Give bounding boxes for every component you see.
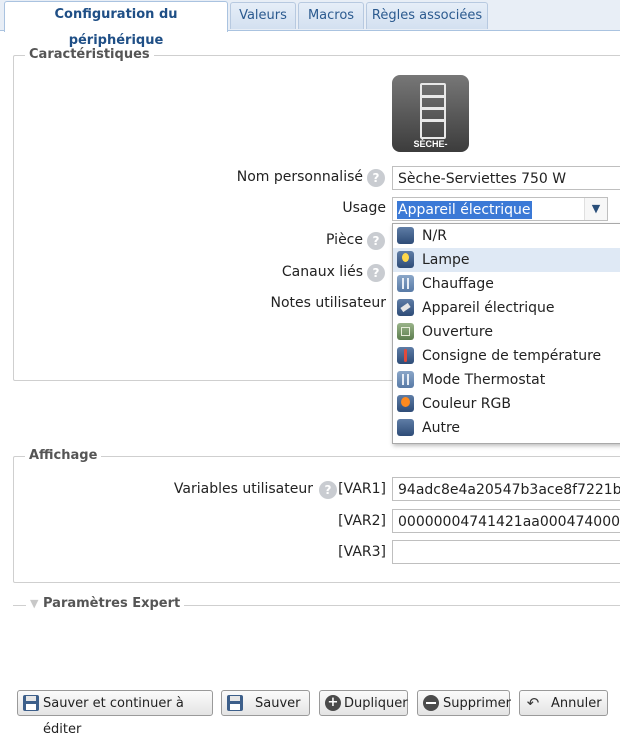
tab-macros[interactable]: Macros [298,2,364,29]
usage-option-appareil[interactable]: Appareil électrique [393,296,620,320]
nom-label: Nom personnalisé [236,169,363,185]
nom-input[interactable]: Sèche-Serviettes 750 W [392,166,620,190]
var2-label: [VAR2] [338,513,386,529]
usage-option-label: N/R [422,228,447,244]
usage-option-chauffage[interactable]: Chauffage [393,272,620,296]
heater-icon [397,275,414,292]
help-icon[interactable]: ? [367,264,385,282]
floppy-disk-icon [227,695,243,711]
usage-option-nr[interactable]: N/R [393,224,620,248]
help-icon[interactable]: ? [367,232,385,250]
variables-label: Variables utilisateur [173,481,313,497]
usage-selected-value: Appareil électrique [397,201,532,219]
opening-icon [397,323,414,340]
save-label: Sauver [255,696,301,711]
nr-icon [397,227,414,244]
usage-option-ouverture[interactable]: Ouverture [393,320,620,344]
device-image-caption: SÈCHE-SERVIETTE [413,139,448,149]
usage-option-label: Couleur RGB [422,396,511,412]
usage-option-label: Ouverture [422,324,493,340]
usage-option-label: Appareil électrique [422,300,555,316]
usage-option-thermostat[interactable]: Mode Thermostat [393,368,620,392]
delete-button[interactable]: Supprimer [417,690,511,716]
thermometer-icon [397,347,414,364]
rgb-bulb-icon [397,395,414,412]
tab-configuration[interactable]: Configuration du périphérique [4,1,228,48]
piece-label: Pièce [326,232,363,248]
other-icon [397,419,414,436]
usage-option-rgb[interactable]: Couleur RGB [393,392,620,416]
tab-valeurs[interactable]: Valeurs [230,2,296,29]
tab-bar: Configuration du périphérique Valeurs Ma… [0,0,620,48]
affichage-legend: Affichage [25,448,102,463]
var1-label: [VAR1] [338,481,386,497]
duplicate-label: Dupliquer [344,696,408,711]
notes-label: Notes utilisateur [270,295,386,311]
expert-toggle[interactable]: ▼ Paramètres Expert [26,596,185,611]
var3-label: [VAR3] [338,544,386,560]
plug-icon [397,299,414,316]
usage-dropdown-list: N/R Lampe Chauffage Appareil électrique … [392,223,620,444]
save-continue-label: Sauver et continuer à éditer [43,696,184,737]
help-icon[interactable]: ? [367,169,385,187]
usage-option-lampe[interactable]: Lampe [393,248,620,272]
device-thumbnail: SÈCHE-SERVIETTE [392,75,469,152]
canaux-label: Canaux liés [281,264,363,280]
thermostat-icon [397,371,414,388]
usage-option-label: Chauffage [422,276,494,292]
usage-option-label: Autre [422,420,461,436]
var1-input[interactable]: 94adc8e4a20547b3ace8f7221b91ef [392,477,620,501]
usage-option-label: Mode Thermostat [422,372,546,388]
usage-option-consigne[interactable]: Consigne de température [393,344,620,368]
var3-input[interactable] [392,540,620,564]
usage-select[interactable]: Appareil électrique ▼ [392,197,608,221]
towel-rail-icon [420,83,446,139]
triangle-down-icon: ▼ [30,597,39,610]
save-button[interactable]: Sauver [221,690,310,716]
plus-circle-icon: + [325,695,341,711]
usage-label: Usage [342,200,386,216]
usage-option-label: Lampe [422,252,470,268]
duplicate-button[interactable]: + Dupliquer [319,690,408,716]
caracteristiques-legend: Caractéristiques [25,47,154,62]
minus-circle-icon [423,695,439,711]
usage-option-autre[interactable]: Autre [393,416,620,440]
delete-label: Supprimer [443,696,511,711]
cancel-button[interactable]: ↶ Annuler [519,690,608,716]
cancel-label: Annuler [551,696,602,711]
var2-input[interactable]: 00000004741421aa000474000009f [392,509,620,533]
usage-option-label: Consigne de température [422,348,602,364]
lamp-icon [397,251,414,268]
floppy-disk-icon [23,695,39,711]
save-continue-button[interactable]: Sauver et continuer à éditer [17,690,213,737]
chevron-down-icon[interactable]: ▼ [584,198,607,220]
tab-regles[interactable]: Règles associées [366,2,488,29]
expert-legend: Paramètres Expert [43,596,181,611]
undo-icon: ↶ [526,694,540,712]
